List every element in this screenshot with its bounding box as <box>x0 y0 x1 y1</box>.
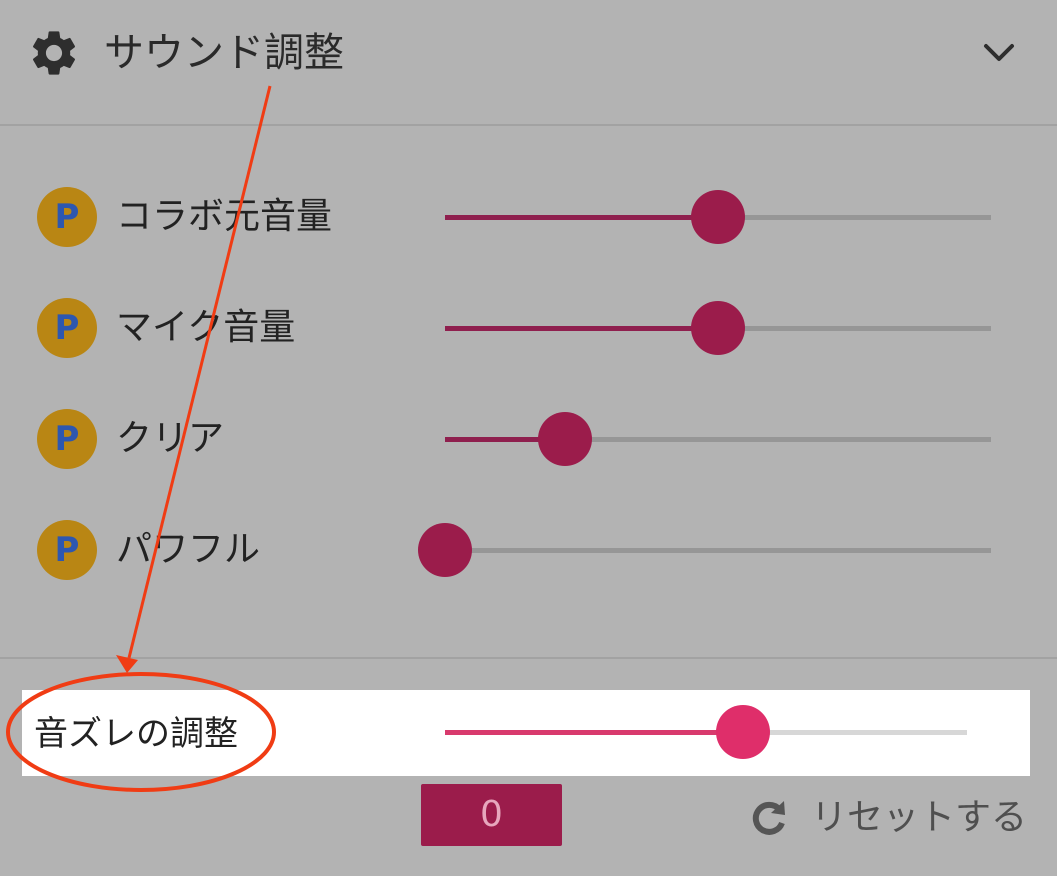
sound-settings-header[interactable]: サウンド調整 <box>0 0 1057 126</box>
premium-badge-icon: P <box>37 520 97 580</box>
sync-slider-fill <box>445 730 743 735</box>
reset-label: リセットする <box>811 797 1028 838</box>
slider-row-collab-volume: P コラボ元音量 <box>0 176 1057 256</box>
premium-badge-icon: P <box>37 187 97 247</box>
slider-fill <box>445 215 718 220</box>
slider-track[interactable] <box>445 412 991 466</box>
section-divider <box>0 657 1057 659</box>
slider-row-clear: P クリア <box>0 398 1057 478</box>
chevron-down-icon[interactable] <box>980 34 1018 72</box>
slider-label: マイク音量 <box>116 307 296 348</box>
sync-value-display: 0 <box>421 784 562 846</box>
slider-label: コラボ元音量 <box>116 196 333 237</box>
slider-row-powerful: P パワフル <box>0 509 1057 589</box>
sync-adjust-label: 音ズレの調整 <box>34 714 238 754</box>
slider-row-mic-volume: P マイク音量 <box>0 287 1057 367</box>
premium-badge-icon: P <box>37 298 97 358</box>
slider-thumb[interactable] <box>538 412 593 466</box>
slider-label: パワフル <box>116 529 261 570</box>
refresh-icon <box>752 801 785 835</box>
premium-badge-icon: P <box>37 409 97 469</box>
slider-track[interactable] <box>445 301 991 355</box>
slider-track[interactable] <box>445 190 991 244</box>
page-title: サウンド調整 <box>104 30 344 76</box>
gear-icon <box>32 31 76 75</box>
slider-thumb[interactable] <box>418 523 472 577</box>
slider-thumb[interactable] <box>691 301 745 355</box>
slider-track[interactable] <box>418 523 991 577</box>
slider-label: クリア <box>116 418 225 459</box>
sync-adjust-row: 音ズレの調整 <box>22 690 1030 776</box>
sync-slider-track[interactable] <box>445 705 967 759</box>
slider-thumb[interactable] <box>691 190 745 244</box>
slider-fill <box>445 326 718 331</box>
sync-slider-thumb[interactable] <box>715 705 770 759</box>
